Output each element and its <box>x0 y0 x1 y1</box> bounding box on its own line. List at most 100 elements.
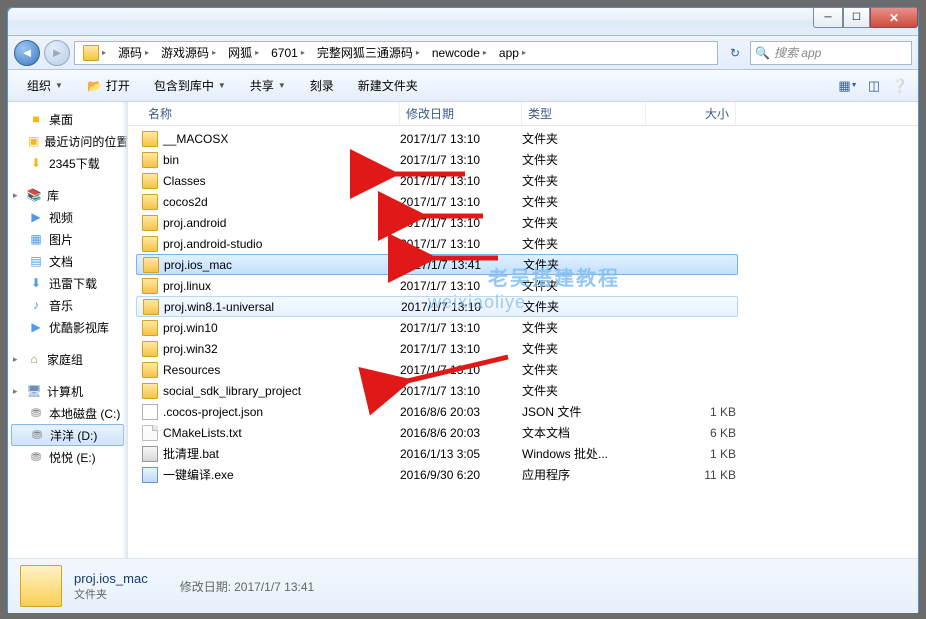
computer-icon: 🖥 <box>26 383 42 399</box>
expand-icon: ▸ <box>13 190 18 201</box>
file-type: 文件夹 <box>522 130 646 147</box>
file-row[interactable]: Classes2017/1/7 13:10文件夹 <box>128 170 918 191</box>
file-type: 文件夹 <box>522 277 646 294</box>
burn-button[interactable]: 刻录 <box>299 72 345 99</box>
folder-icon <box>142 320 158 336</box>
file-size: 6 KB <box>646 426 736 440</box>
sidebar-item-youku[interactable]: ▶优酷影视库 <box>8 316 127 338</box>
sidebar-computer[interactable]: ▸🖥计算机 <box>8 380 127 402</box>
breadcrumb-seg[interactable]: app <box>499 46 519 60</box>
file-date: 2017/1/7 13:10 <box>400 237 522 251</box>
sidebar-homegroup[interactable]: ▸⌂家庭组 <box>8 348 127 370</box>
file-date: 2017/1/7 13:10 <box>400 216 522 230</box>
sidebar-item-recent[interactable]: ▣最近访问的位置 <box>8 130 127 152</box>
open-button[interactable]: 📂打开 <box>76 72 141 99</box>
youku-icon: ▶ <box>28 319 44 335</box>
file-type: 文件夹 <box>522 382 646 399</box>
file-row[interactable]: proj.android2017/1/7 13:10文件夹 <box>128 212 918 233</box>
share-button[interactable]: 共享▼ <box>239 72 297 99</box>
search-input[interactable]: 🔍 搜索 app <box>750 41 912 65</box>
maximize-button[interactable]: ☐ <box>843 8 870 28</box>
file-name: social_sdk_library_project <box>163 384 301 398</box>
col-size[interactable]: 大小 <box>646 102 736 125</box>
file-name: CMakeLists.txt <box>163 426 242 440</box>
breadcrumb-seg[interactable]: 游戏源码 <box>161 44 209 61</box>
sidebar-item-2345[interactable]: ⬇2345下载 <box>8 152 127 174</box>
nav-forward-button[interactable]: ► <box>44 40 70 66</box>
organize-button[interactable]: 组织▼ <box>16 72 74 99</box>
view-options-button[interactable]: ▦▼ <box>838 77 858 95</box>
file-type: 文件夹 <box>522 319 646 336</box>
breadcrumb-seg[interactable]: newcode <box>432 46 480 60</box>
file-row[interactable]: proj.ios_mac2017/1/7 13:41文件夹 <box>136 254 738 275</box>
file-date: 2017/1/7 13:10 <box>400 384 522 398</box>
file-list-area: 名称 修改日期 类型 大小 __MACOSX2017/1/7 13:10文件夹b… <box>128 102 918 558</box>
file-name: 一键编译.exe <box>163 466 234 483</box>
explorer-window: ─ ☐ ✕ ◄ ► ▸ 源码▸ 游戏源码▸ 网狐▸ 6701▸ 完整网狐三通源码… <box>7 7 919 612</box>
sidebar-libraries-header[interactable]: ▸📚库 <box>8 184 127 206</box>
folder-icon <box>83 45 99 61</box>
file-name: proj.android-studio <box>163 237 262 251</box>
breadcrumb[interactable]: ▸ 源码▸ 游戏源码▸ 网狐▸ 6701▸ 完整网狐三通源码▸ newcode▸… <box>74 41 718 65</box>
sidebar-drive-d[interactable]: ⛃洋洋 (D:) <box>11 424 124 446</box>
file-type: 文件夹 <box>523 298 647 315</box>
file-row[interactable]: __MACOSX2017/1/7 13:10文件夹 <box>128 128 918 149</box>
file-date: 2017/1/7 13:10 <box>401 300 523 314</box>
chevron-right-icon: ▸ <box>145 48 149 57</box>
file-row[interactable]: 一键编译.exe2016/9/30 6:20应用程序11 KB <box>128 464 918 485</box>
preview-pane-button[interactable]: ◫ <box>864 77 884 95</box>
file-row[interactable]: social_sdk_library_project 2017/1/7 13:10… <box>128 380 918 401</box>
file-row[interactable]: proj.linux2017/1/7 13:10文件夹 <box>128 275 918 296</box>
sidebar-item-documents[interactable]: ▤文档 <box>8 250 127 272</box>
sidebar-item-desktop[interactable]: ■桌面 <box>8 108 127 130</box>
file-row[interactable]: .cocos-project.json2016/8/6 20:03JSON 文件… <box>128 401 918 422</box>
file-name: proj.win32 <box>163 342 218 356</box>
file-type: Windows 批处... <box>522 445 646 462</box>
breadcrumb-seg[interactable]: 网狐 <box>228 44 252 61</box>
file-row[interactable]: proj.win322017/1/7 13:10文件夹 <box>128 338 918 359</box>
minimize-button[interactable]: ─ <box>813 8 843 28</box>
documents-icon: ▤ <box>28 253 44 269</box>
help-button[interactable]: ❔ <box>890 77 910 95</box>
chevron-right-icon: ▸ <box>416 48 420 57</box>
chevron-right-icon: ▸ <box>483 48 487 57</box>
chevron-down-icon: ▼ <box>218 81 226 90</box>
xunlei-icon: ⬇ <box>28 275 44 291</box>
column-headers[interactable]: 名称 修改日期 类型 大小 <box>128 102 918 126</box>
nav-back-button[interactable]: ◄ <box>14 40 40 66</box>
new-folder-button[interactable]: 新建文件夹 <box>347 72 429 99</box>
sidebar-drive-c[interactable]: ⛃本地磁盘 (C:) <box>8 402 127 424</box>
file-row[interactable]: CMakeLists.txt2016/8/6 20:03文本文档6 KB <box>128 422 918 443</box>
titlebar[interactable]: ─ ☐ ✕ <box>8 8 918 36</box>
col-name[interactable]: 名称 <box>142 102 400 125</box>
download-icon: ⬇ <box>28 155 44 171</box>
file-row[interactable]: cocos2d2017/1/7 13:10文件夹 <box>128 191 918 212</box>
breadcrumb-seg[interactable]: 源码 <box>118 44 142 61</box>
breadcrumb-seg[interactable]: 完整网狐三通源码 <box>317 44 413 61</box>
file-row[interactable]: bin2017/1/7 13:10文件夹 <box>128 149 918 170</box>
file-row[interactable]: Resources2017/1/7 13:10文件夹 <box>128 359 918 380</box>
refresh-button[interactable]: ↻ <box>724 42 746 64</box>
col-type[interactable]: 类型 <box>522 102 646 125</box>
sidebar-item-video[interactable]: ▶视频 <box>8 206 127 228</box>
file-row[interactable]: proj.win8.1-universal 2017/1/7 13:10文件夹 <box>136 296 738 317</box>
sidebar-item-xunlei[interactable]: ⬇迅雷下载 <box>8 272 127 294</box>
folder-icon <box>142 194 158 210</box>
file-row[interactable]: proj.win102017/1/7 13:10文件夹 <box>128 317 918 338</box>
col-date[interactable]: 修改日期 <box>400 102 522 125</box>
sidebar-item-music[interactable]: ♪音乐 <box>8 294 127 316</box>
file-list: __MACOSX2017/1/7 13:10文件夹bin2017/1/7 13:… <box>128 126 918 485</box>
folder-icon <box>20 565 62 607</box>
sidebar-item-pictures[interactable]: ▦图片 <box>8 228 127 250</box>
file-name: proj.win8.1-universal <box>164 300 274 314</box>
file-date: 2017/1/7 13:10 <box>400 321 522 335</box>
close-button[interactable]: ✕ <box>870 8 918 28</box>
include-library-button[interactable]: 包含到库中▼ <box>143 72 237 99</box>
sidebar-drive-e[interactable]: ⛃悦悦 (E:) <box>8 446 127 468</box>
file-row[interactable]: 批清理.bat2016/1/13 3:05Windows 批处...1 KB <box>128 443 918 464</box>
breadcrumb-seg[interactable]: 6701 <box>271 46 298 60</box>
file-name: proj.ios_mac <box>164 258 232 272</box>
file-date: 2017/1/7 13:10 <box>400 174 522 188</box>
file-row[interactable]: proj.android-studio2017/1/7 13:10文件夹 <box>128 233 918 254</box>
file-name: __MACOSX <box>163 132 228 146</box>
